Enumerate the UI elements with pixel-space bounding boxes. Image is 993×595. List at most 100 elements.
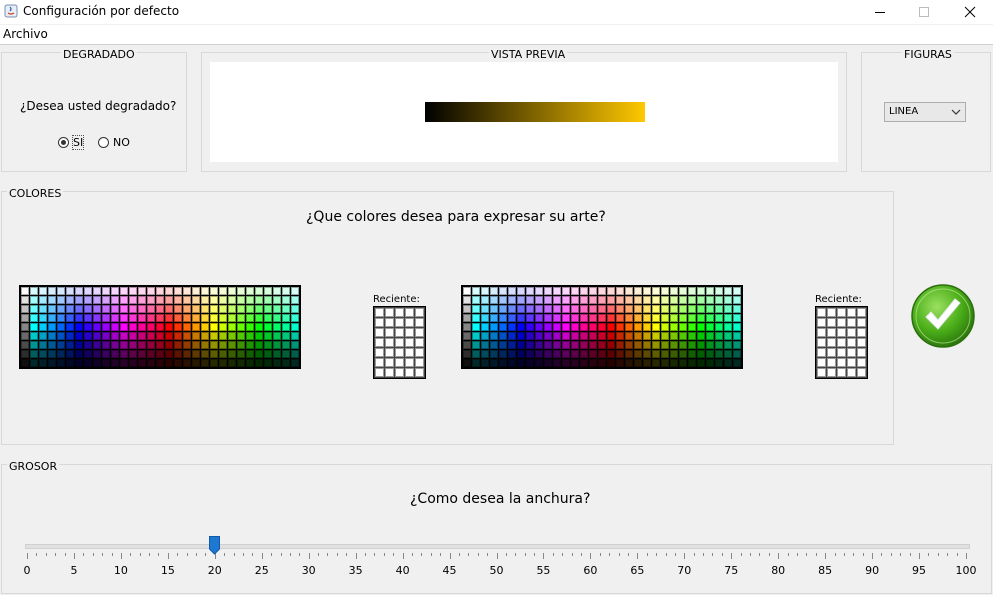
color-swatch[interactable] [255, 314, 263, 322]
color-swatch[interactable] [733, 305, 741, 313]
color-swatch[interactable] [679, 314, 687, 322]
color-swatch[interactable] [625, 332, 633, 340]
color-swatch[interactable] [291, 305, 299, 313]
color-swatch[interactable] [697, 350, 705, 358]
color-swatch[interactable] [30, 350, 38, 358]
recent-swatch[interactable] [375, 318, 384, 327]
color-swatch[interactable] [273, 341, 281, 349]
color-swatch[interactable] [553, 359, 561, 367]
color-swatch[interactable] [129, 314, 137, 322]
color-swatch[interactable] [535, 296, 543, 304]
color-swatch[interactable] [589, 323, 597, 331]
color-swatch[interactable] [598, 341, 606, 349]
color-swatch[interactable] [273, 305, 281, 313]
color-swatch[interactable] [192, 341, 200, 349]
color-swatch[interactable] [571, 314, 579, 322]
color-swatch[interactable] [228, 314, 236, 322]
color-swatch[interactable] [508, 332, 516, 340]
color-swatch[interactable] [219, 305, 227, 313]
color-swatch[interactable] [679, 287, 687, 295]
color-swatch[interactable] [138, 350, 146, 358]
color-swatch[interactable] [517, 359, 525, 367]
recent-swatch[interactable] [415, 338, 424, 347]
recent-swatch[interactable] [837, 358, 846, 367]
color-swatch[interactable] [472, 323, 480, 331]
color-swatch[interactable] [670, 296, 678, 304]
color-swatch[interactable] [21, 296, 29, 304]
color-swatch[interactable] [111, 305, 119, 313]
recent-swatch[interactable] [375, 308, 384, 317]
color-swatch[interactable] [715, 287, 723, 295]
color-swatch[interactable] [670, 341, 678, 349]
color-swatch[interactable] [183, 341, 191, 349]
color-swatch[interactable] [499, 314, 507, 322]
color-swatch[interactable] [138, 314, 146, 322]
color-swatch[interactable] [21, 332, 29, 340]
color-swatch[interactable] [93, 332, 101, 340]
color-swatch[interactable] [219, 359, 227, 367]
color-swatch[interactable] [138, 287, 146, 295]
color-swatch[interactable] [246, 305, 254, 313]
color-swatch[interactable] [589, 287, 597, 295]
color-swatch[interactable] [246, 314, 254, 322]
color-swatch[interactable] [138, 296, 146, 304]
color-swatch[interactable] [210, 332, 218, 340]
color-swatch[interactable] [724, 314, 732, 322]
color-swatch[interactable] [571, 332, 579, 340]
color-swatch[interactable] [255, 350, 263, 358]
radio-no-option[interactable]: NO [98, 136, 130, 149]
color-swatch[interactable] [670, 323, 678, 331]
color-swatch[interactable] [48, 287, 56, 295]
recent-swatch[interactable] [847, 318, 856, 327]
color-swatch[interactable] [616, 296, 624, 304]
color-swatch[interactable] [48, 350, 56, 358]
color-swatch[interactable] [210, 314, 218, 322]
color-swatch[interactable] [643, 332, 651, 340]
color-swatch[interactable] [544, 350, 552, 358]
color-swatch[interactable] [291, 296, 299, 304]
color-swatch[interactable] [156, 305, 164, 313]
color-swatch[interactable] [291, 341, 299, 349]
color-swatch[interactable] [291, 323, 299, 331]
color-swatch[interactable] [616, 305, 624, 313]
color-swatch[interactable] [697, 332, 705, 340]
recent-swatch[interactable] [405, 328, 414, 337]
color-swatch[interactable] [75, 305, 83, 313]
color-swatch[interactable] [616, 323, 624, 331]
thickness-slider[interactable]: 0 5 10 15 20 25 30 35 40 45 50 55 60 65 70 75 80 85 90 95 10… [2, 465, 993, 595]
color-swatch[interactable] [192, 350, 200, 358]
color-swatch[interactable] [715, 314, 723, 322]
color-swatch[interactable] [634, 287, 642, 295]
color-swatch[interactable] [84, 305, 92, 313]
color-swatch[interactable] [490, 287, 498, 295]
color-swatch[interactable] [715, 359, 723, 367]
color-swatch[interactable] [715, 332, 723, 340]
color-swatch[interactable] [499, 341, 507, 349]
color-swatch[interactable] [517, 287, 525, 295]
color-swatch[interactable] [679, 350, 687, 358]
color-swatch[interactable] [129, 350, 137, 358]
color-swatch[interactable] [273, 332, 281, 340]
color-swatch[interactable] [733, 323, 741, 331]
recent-swatch[interactable] [857, 308, 866, 317]
color-swatch[interactable] [598, 305, 606, 313]
color-swatch[interactable] [490, 296, 498, 304]
color-swatch[interactable] [120, 296, 128, 304]
color-swatch[interactable] [607, 287, 615, 295]
color-swatch[interactable] [102, 341, 110, 349]
color-swatch[interactable] [553, 305, 561, 313]
color-swatch[interactable] [715, 323, 723, 331]
color-swatch[interactable] [219, 296, 227, 304]
color-swatch[interactable] [688, 323, 696, 331]
recent-swatch[interactable] [415, 318, 424, 327]
color-swatch[interactable] [291, 314, 299, 322]
color-swatch[interactable] [733, 350, 741, 358]
color-swatch[interactable] [670, 359, 678, 367]
color-swatch[interactable] [237, 314, 245, 322]
color-swatch[interactable] [733, 287, 741, 295]
color-swatch[interactable] [724, 359, 732, 367]
color-swatch[interactable] [183, 287, 191, 295]
recent-swatch[interactable] [395, 358, 404, 367]
color-swatch[interactable] [643, 305, 651, 313]
color-swatch[interactable] [183, 350, 191, 358]
